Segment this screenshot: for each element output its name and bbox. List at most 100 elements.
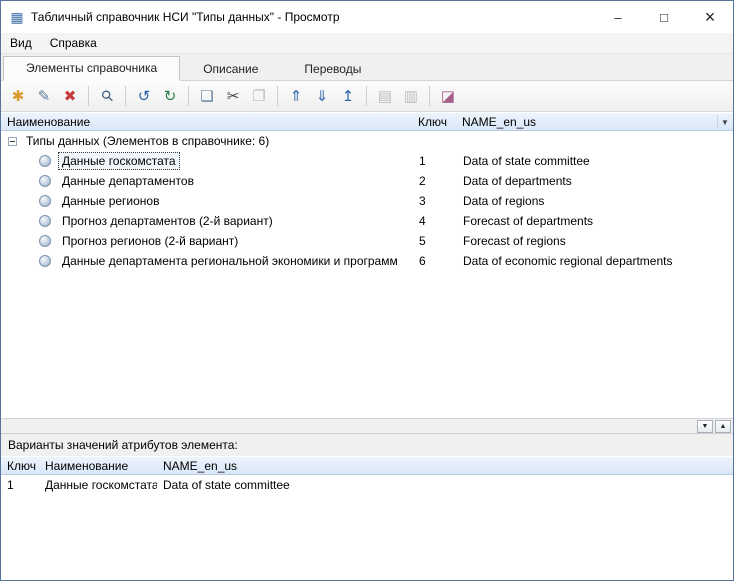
tree-item-name-en: Data of economic regional departments <box>456 254 733 268</box>
cut-button[interactable]: ✂ <box>220 84 246 108</box>
tree-root-row[interactable]: Типы данных (Элементов в справочнике: 6) <box>1 131 733 151</box>
edit-button[interactable]: ✎ <box>31 84 57 108</box>
element-icon <box>39 235 51 247</box>
column-options-button[interactable]: ▼ <box>717 115 732 129</box>
move-down-icon: ⇓ <box>316 87 329 105</box>
attribute-row[interactable]: 1Данные госкомстатаData of state committ… <box>1 475 733 495</box>
tree-item[interactable]: Данные департамента региональной экономи… <box>1 251 733 271</box>
refresh-button[interactable]: ↻ <box>157 84 183 108</box>
column-name: Наименование <box>1 115 412 129</box>
tree-item-key: 5 <box>412 234 456 248</box>
copy-button[interactable]: ❏ <box>194 84 220 108</box>
element-icon <box>39 195 51 207</box>
element-icon <box>39 255 51 267</box>
attribute-key: 1 <box>1 478 39 492</box>
delete-icon: ✖ <box>64 87 77 105</box>
paste-button: ❐ <box>246 84 272 108</box>
attributes-panel-label: Варианты значений атрибутов элемента: <box>8 438 238 452</box>
move-top-button[interactable]: ↥ <box>335 84 361 108</box>
tree-item-name-en: Data of regions <box>456 194 733 208</box>
refresh-all-icon: ↺ <box>138 87 151 105</box>
column-key: Ключ <box>412 115 456 129</box>
search-icon: ⚲ <box>97 86 118 107</box>
tree-item-label[interactable]: Прогноз департаментов (2-й вариант) <box>58 212 277 230</box>
tree-item-name-cell: Прогноз регионов (2-й вариант) <box>1 232 412 250</box>
panel-splitter[interactable]: ▼ ▲ <box>1 418 733 434</box>
reference-tree: Типы данных (Элементов в справочнике: 6)… <box>1 131 733 418</box>
attr-column-name-en: NAME_en_us <box>157 459 733 473</box>
toolbar: ✱ ✎ ✖ ⚲ ↺ ↻ ❏ ✂ ❐ ⇑ ⇓ ↥ ▤ ▥ ◪ <box>1 81 733 112</box>
tree-item[interactable]: Прогноз регионов (2-й вариант) 5Forecast … <box>1 231 733 251</box>
tab-description[interactable]: Описание <box>180 57 281 81</box>
tree-item-key: 1 <box>412 154 456 168</box>
tree-item-label[interactable]: Прогноз регионов (2-й вариант) <box>58 232 242 250</box>
tree-item-label[interactable]: Данные департаментов <box>58 172 198 190</box>
element-icon <box>39 215 51 227</box>
document-1-button: ▤ <box>372 84 398 108</box>
tree-item-key: 4 <box>412 214 456 228</box>
element-icon <box>39 175 51 187</box>
menu-view[interactable]: Вид <box>1 33 41 53</box>
tree-item-name-en: Data of state committee <box>456 154 733 168</box>
cut-icon: ✂ <box>227 87 240 105</box>
collapse-expander-icon[interactable] <box>8 137 17 146</box>
tree-item-label[interactable]: Данные департамента региональной экономи… <box>58 252 402 270</box>
toolbar-separator <box>88 86 89 106</box>
collapse-panel-button[interactable]: ▼ <box>697 420 713 433</box>
tree-item-name-cell: Данные департаментов <box>1 172 412 190</box>
tree-item-label[interactable]: Данные госкомстата <box>58 152 180 170</box>
refresh-all-button[interactable]: ↺ <box>131 84 157 108</box>
maximize-button[interactable]: □ <box>641 1 687 33</box>
menu-help[interactable]: Справка <box>41 33 106 53</box>
menubar: Вид Справка <box>1 33 733 54</box>
move-up-button[interactable]: ⇑ <box>283 84 309 108</box>
document-2-icon: ▥ <box>404 87 418 105</box>
tree-item[interactable]: Данные департаментов 2Data of departments <box>1 171 733 191</box>
window-controls: – □ × <box>595 1 733 33</box>
attributes-panel-header: Варианты значений атрибутов элемента: <box>1 434 733 456</box>
tree-item-key: 6 <box>412 254 456 268</box>
toolbar-separator <box>366 86 367 106</box>
close-button[interactable]: × <box>687 1 733 33</box>
attribute-name: Данные госкомстата <box>39 478 157 492</box>
tree-root-label[interactable]: Типы данных (Элементов в справочнике: 6) <box>22 132 273 150</box>
attributes-table: 1Данные госкомстатаData of state committ… <box>1 475 733 581</box>
toolbar-separator <box>277 86 278 106</box>
search-button[interactable]: ⚲ <box>94 84 120 108</box>
expand-panel-button[interactable]: ▲ <box>715 420 731 433</box>
tree-item-label[interactable]: Данные регионов <box>58 192 163 210</box>
delete-button[interactable]: ✖ <box>57 84 83 108</box>
tab-translations[interactable]: Переводы <box>281 57 384 81</box>
tree-item[interactable]: Данные госкомстата 1Data of state committ… <box>1 151 733 171</box>
tree-item-name-cell: Данные госкомстата <box>1 152 412 170</box>
edit-icon: ✎ <box>38 87 51 105</box>
attribute-name-en: Data of state committee <box>157 478 733 492</box>
attr-column-name: Наименование <box>39 459 157 473</box>
tree-item[interactable]: Данные регионов3Data of regions <box>1 191 733 211</box>
paste-icon: ❐ <box>252 87 265 105</box>
refresh-icon: ↻ <box>164 87 177 105</box>
eraser-icon: ◪ <box>441 87 455 105</box>
tree-item-name-cell: Данные регионов <box>1 192 412 210</box>
element-icon <box>39 155 51 167</box>
add-icon: ✱ <box>12 87 25 105</box>
tree-item[interactable]: Прогноз департаментов (2-й вариант)4Fore… <box>1 211 733 231</box>
move-down-button[interactable]: ⇓ <box>309 84 335 108</box>
add-button[interactable]: ✱ <box>5 84 31 108</box>
minimize-button[interactable]: – <box>595 1 641 33</box>
tab-elements[interactable]: Элементы справочника <box>3 56 180 81</box>
tree-item-name-en: Data of departments <box>456 174 733 188</box>
move-up-icon: ⇑ <box>290 87 303 105</box>
tree-item-name-en: Forecast of regions <box>456 234 733 248</box>
tree-item-key: 2 <box>412 174 456 188</box>
toolbar-separator <box>125 86 126 106</box>
eraser-button[interactable]: ◪ <box>435 84 461 108</box>
app-window: ▦ Табличный справочник НСИ "Типы данных"… <box>0 0 734 581</box>
document-2-button: ▥ <box>398 84 424 108</box>
titlebar: ▦ Табличный справочник НСИ "Типы данных"… <box>1 1 733 33</box>
document-1-icon: ▤ <box>378 87 392 105</box>
attributes-column-header: Ключ Наименование NAME_en_us <box>1 456 733 475</box>
copy-icon: ❏ <box>200 87 213 105</box>
move-top-icon: ↥ <box>342 87 355 105</box>
tree-item-name-cell: Данные департамента региональной экономи… <box>1 252 412 270</box>
